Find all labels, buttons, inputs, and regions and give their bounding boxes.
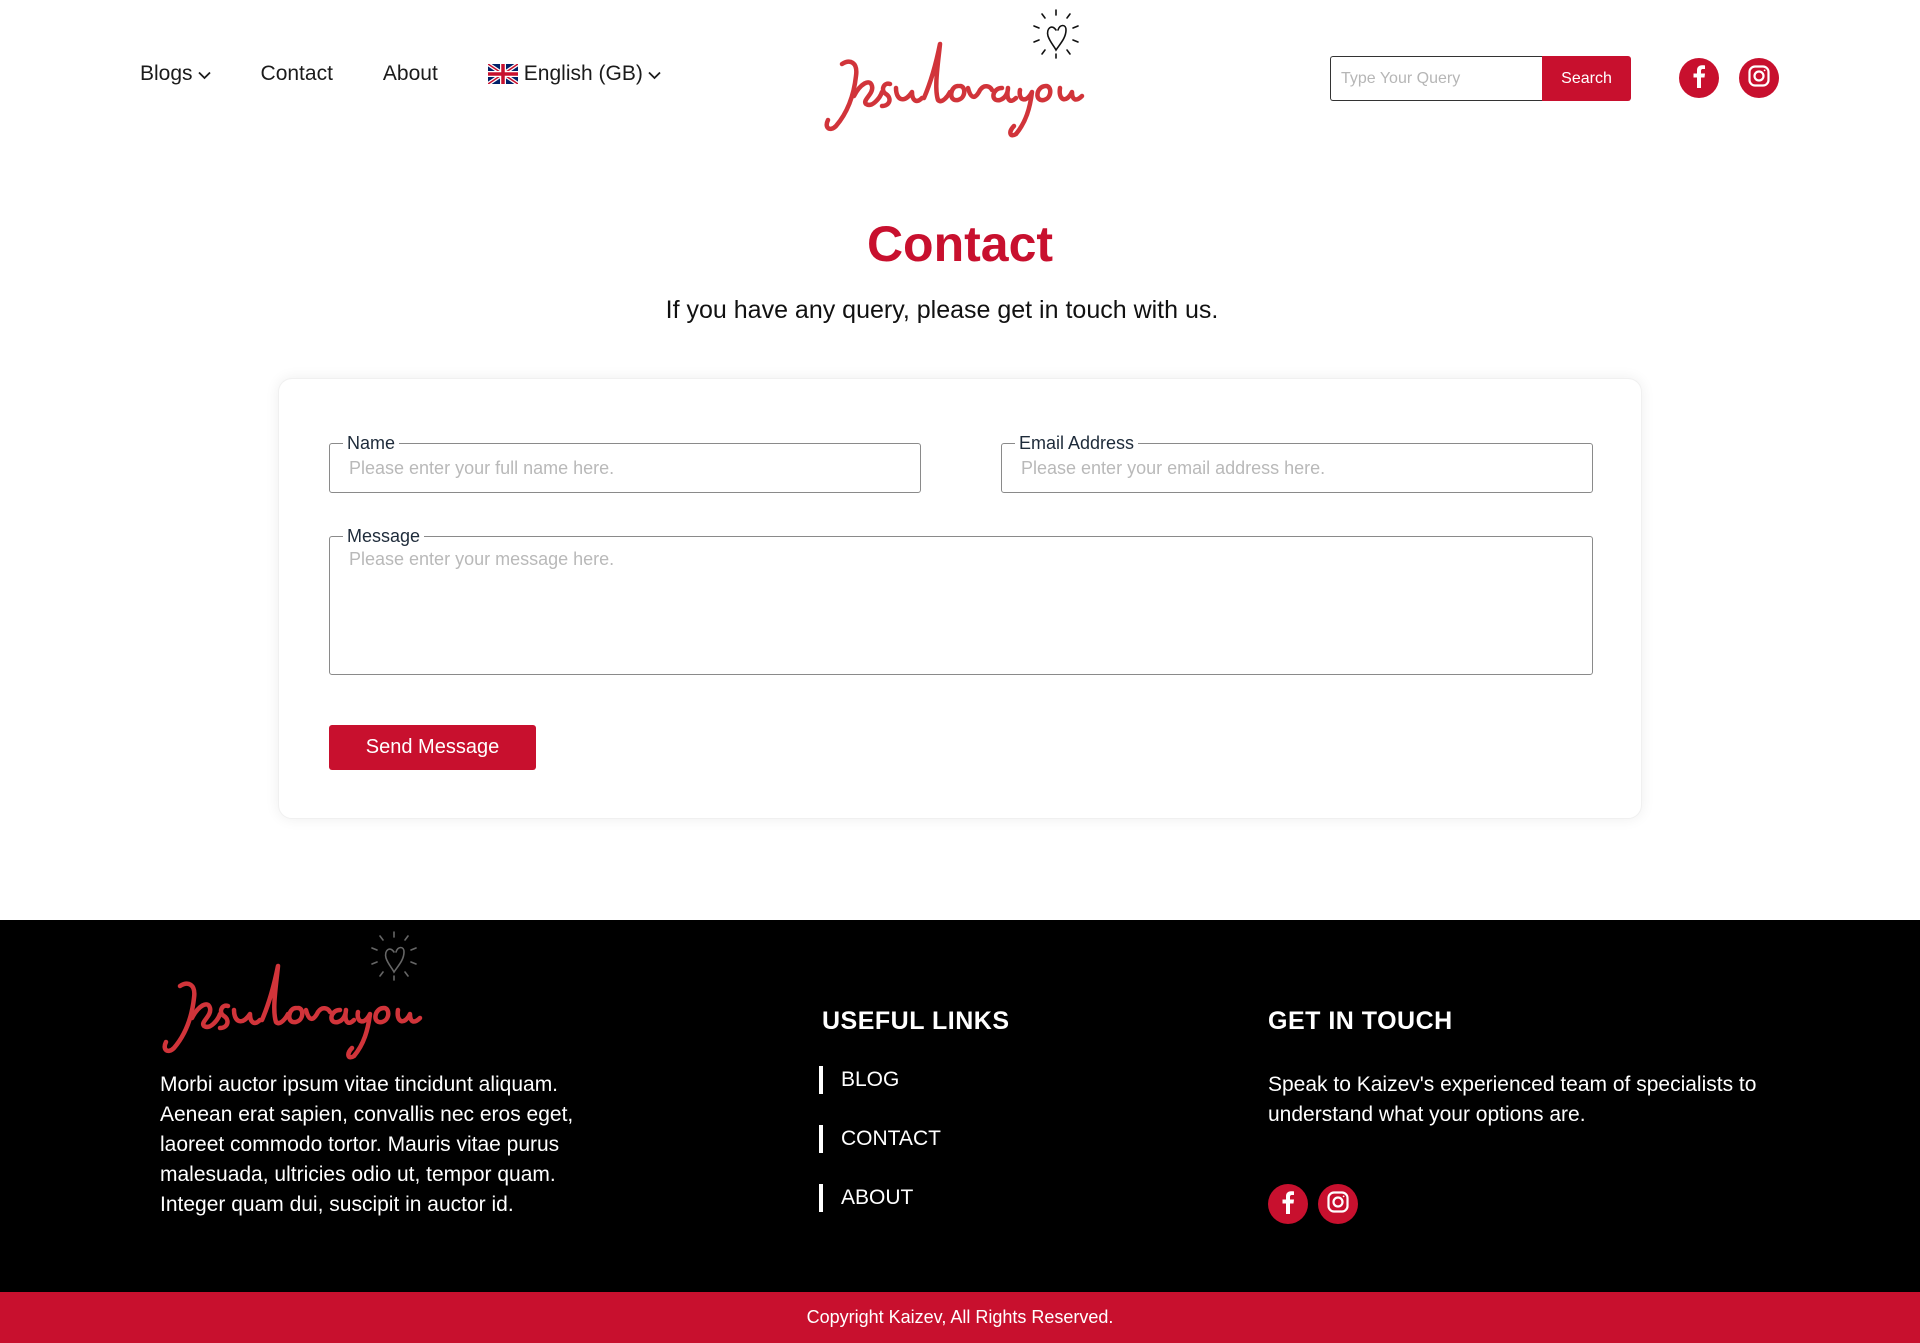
name-label: Name [343, 433, 400, 454]
copyright-bar: Copyright Kaizev, All Rights Reserved. [0, 1292, 1920, 1343]
footer-links-list: BLOG CONTACT ABOUT [819, 1066, 941, 1243]
get-in-touch-text: Speak to Kaizev's experienced team of sp… [1268, 1073, 1757, 1126]
useful-links-heading: USEFUL LINKS [822, 1007, 1010, 1035]
main-nav: Blogs Contact About English (GB) [140, 62, 711, 86]
footer-instagram-link[interactable] [1318, 1184, 1358, 1224]
message-input[interactable] [330, 537, 1592, 674]
site-footer: Morbi auctor ipsum vitae tincidunt aliqu… [0, 920, 1920, 1292]
footer-about-text: Morbi auctor ipsum vitae tincidunt aliqu… [160, 1073, 574, 1216]
nav-about-label: About [382, 62, 438, 85]
footer-logo[interactable] [158, 926, 438, 1061]
message-field-wrapper: Message [329, 526, 1593, 675]
instagram-link[interactable] [1739, 58, 1779, 98]
search-bar: Search [1330, 56, 1631, 101]
instagram-icon [1747, 64, 1771, 93]
footer-link-label: BLOG [841, 1068, 900, 1091]
instagram-icon [1326, 1190, 1350, 1219]
email-field-wrapper: Email Address [1001, 433, 1593, 493]
header-social-links [1679, 58, 1799, 98]
nav-item-about[interactable]: About [383, 62, 438, 86]
link-bar-divider [819, 1125, 823, 1153]
footer-link-label: CONTACT [841, 1127, 941, 1150]
nav-contact-label: Contact [260, 62, 333, 85]
footer-link-label: ABOUT [841, 1186, 914, 1209]
nav-item-contact[interactable]: Contact [261, 62, 333, 86]
uk-flag-icon [486, 62, 519, 86]
facebook-link[interactable] [1679, 58, 1719, 98]
footer-link-contact[interactable]: CONTACT [819, 1125, 941, 1153]
facebook-icon [1692, 64, 1706, 93]
name-field-wrapper: Name [329, 433, 921, 493]
footer-link-about[interactable]: ABOUT [819, 1184, 941, 1212]
footer-social-links [1268, 1184, 1368, 1224]
email-label: Email Address [1015, 433, 1139, 454]
chevron-down-icon [648, 67, 661, 83]
chevron-down-icon [197, 67, 211, 83]
nav-blogs-label: Blogs [140, 62, 193, 85]
language-selector[interactable]: English (GB) [486, 62, 661, 86]
message-label: Message [343, 526, 425, 547]
page-title: Contact [866, 216, 1054, 272]
facebook-icon [1281, 1190, 1295, 1219]
send-message-button[interactable]: Send Message [329, 725, 536, 770]
footer-facebook-link[interactable] [1268, 1184, 1308, 1224]
copyright-text: Copyright Kaizev, All Rights Reserved. [806, 1307, 1114, 1327]
page-subtitle: If you have any query, please get in tou… [665, 296, 1219, 324]
get-in-touch-heading: GET IN TOUCH [1268, 1007, 1453, 1035]
search-input[interactable] [1330, 56, 1542, 101]
search-button[interactable]: Search [1542, 56, 1631, 101]
link-bar-divider [819, 1066, 823, 1094]
language-label: English (GB) [523, 62, 643, 85]
footer-link-blog[interactable]: BLOG [819, 1066, 941, 1094]
name-input[interactable] [330, 444, 920, 492]
link-bar-divider [819, 1184, 823, 1212]
site-logo[interactable] [820, 4, 1100, 139]
site-header: Blogs Contact About English (GB) Type Yo… [0, 0, 1920, 150]
nav-item-blogs[interactable]: Blogs [140, 62, 211, 86]
contact-form-card: Name Email Address Message Send Message [278, 378, 1642, 819]
